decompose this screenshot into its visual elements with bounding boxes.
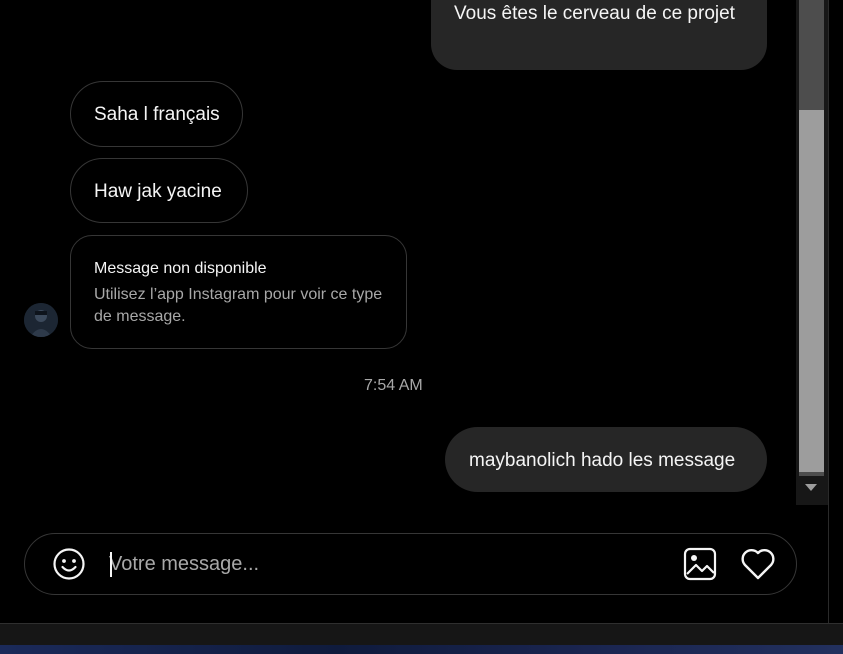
message-incoming[interactable]: Saha l français <box>70 81 243 147</box>
chat-thread: Vous êtes le cerveau de ce projet Saha l… <box>0 0 796 505</box>
attach-image-button[interactable] <box>683 547 717 581</box>
message-text: Vous êtes le cerveau de ce projet <box>454 3 735 24</box>
window-edge <box>828 0 843 625</box>
message-outgoing[interactable]: maybanolich hado les message <box>445 427 767 492</box>
message-text: maybanolich hado les message <box>469 450 736 471</box>
message-text: Saha l français <box>94 104 220 125</box>
message-outgoing[interactable]: Vous êtes le cerveau de ce projet <box>431 0 767 70</box>
scroll-down-arrow-icon[interactable] <box>805 484 817 491</box>
message-input[interactable] <box>109 548 669 580</box>
image-icon <box>683 547 717 581</box>
message-text: Haw jak yacine <box>94 181 222 202</box>
os-taskbar <box>0 645 843 654</box>
heart-icon <box>741 548 775 580</box>
smile-icon <box>53 548 85 580</box>
emoji-button[interactable] <box>52 547 86 581</box>
message-composer <box>24 533 797 595</box>
avatar-image <box>24 303 58 337</box>
unavailable-body: Utilisez l’app Instagram pour voir ce ty… <box>94 286 383 325</box>
unavailable-title: Message non disponible <box>94 260 267 277</box>
message-incoming[interactable]: Haw jak yacine <box>70 158 248 223</box>
avatar[interactable] <box>24 303 58 337</box>
window-bottom-bar <box>0 623 843 646</box>
like-button[interactable] <box>740 547 776 581</box>
scrollbar-thumb[interactable] <box>799 110 824 472</box>
chat-scrollbar[interactable] <box>796 0 828 505</box>
message-unavailable-card[interactable]: Message non disponible Utilisez l’app In… <box>70 235 407 349</box>
message-timestamp: 7:54 AM <box>364 377 423 394</box>
text-cursor <box>110 552 112 577</box>
